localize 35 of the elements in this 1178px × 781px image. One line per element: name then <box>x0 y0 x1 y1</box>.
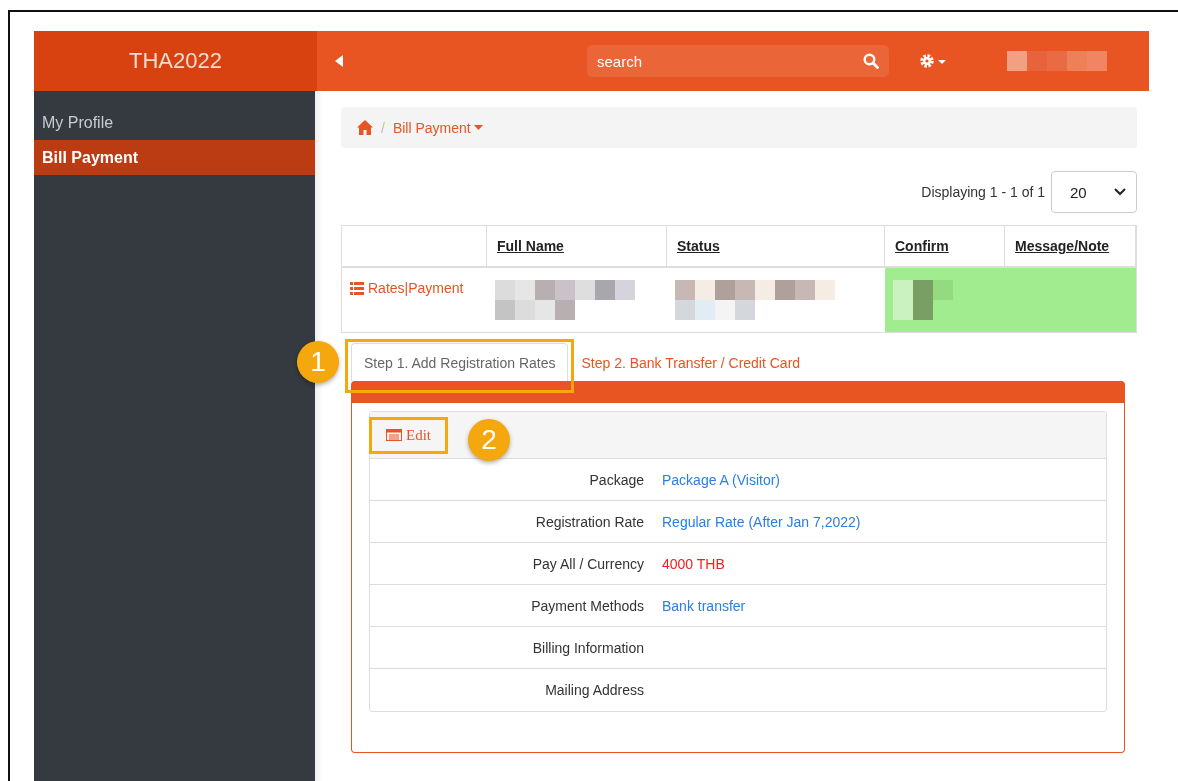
field-label: Payment Methods <box>530 597 644 614</box>
callout-number: 1 <box>297 341 339 383</box>
sidebar-item[interactable]: Bill Payment <box>34 140 315 175</box>
rates-payment-link[interactable]: Rates|Payment <box>350 280 479 296</box>
form-icon <box>386 429 402 441</box>
callout-number: 2 <box>468 418 510 461</box>
field-value[interactable]: Bank transfer <box>662 597 1106 614</box>
collapse-icon[interactable] <box>335 55 343 67</box>
sidebar-item[interactable]: My Profile <box>34 105 315 140</box>
brand-title: THA2022 <box>34 31 317 91</box>
settings-icon[interactable] <box>919 53 947 69</box>
field-value[interactable]: Package A (Visitor) <box>662 471 1106 488</box>
edit-button[interactable]: Edit <box>376 420 441 450</box>
home-icon[interactable] <box>357 120 373 135</box>
breadcrumb-link[interactable]: Bill Payment <box>392 119 483 136</box>
field-label: Registration Rate <box>534 513 644 530</box>
field-label: Billing Information <box>531 639 644 656</box>
column-header[interactable]: Full Name <box>487 226 667 268</box>
search-field[interactable]: search <box>587 45 889 77</box>
caret-icon <box>473 125 483 130</box>
field-label: Mailing Address <box>544 682 644 698</box>
column-header[interactable]: Status <box>667 226 885 268</box>
field-value[interactable]: Regular Rate (After Jan 7,2022) <box>662 513 1106 530</box>
field-value: 4000 THB <box>662 555 726 572</box>
breadcrumb-separator: / <box>381 119 385 136</box>
field-label: Package <box>588 471 644 488</box>
chevron-down-icon <box>1114 188 1126 196</box>
blurred-confirm-drawing <box>893 280 953 320</box>
search-icon[interactable] <box>863 53 879 69</box>
step-tab[interactable]: Step 1. Add Registration Rates <box>351 343 569 381</box>
list-icon <box>350 281 364 295</box>
step-tab[interactable]: Step 2. Bank Transfer / Credit Card <box>568 343 814 381</box>
field-label: Pay All / Currency <box>531 555 644 572</box>
page-size-select[interactable]: 20 <box>1051 171 1137 213</box>
pager-text: Displaying 1 - 1 of 1 <box>921 184 1045 200</box>
